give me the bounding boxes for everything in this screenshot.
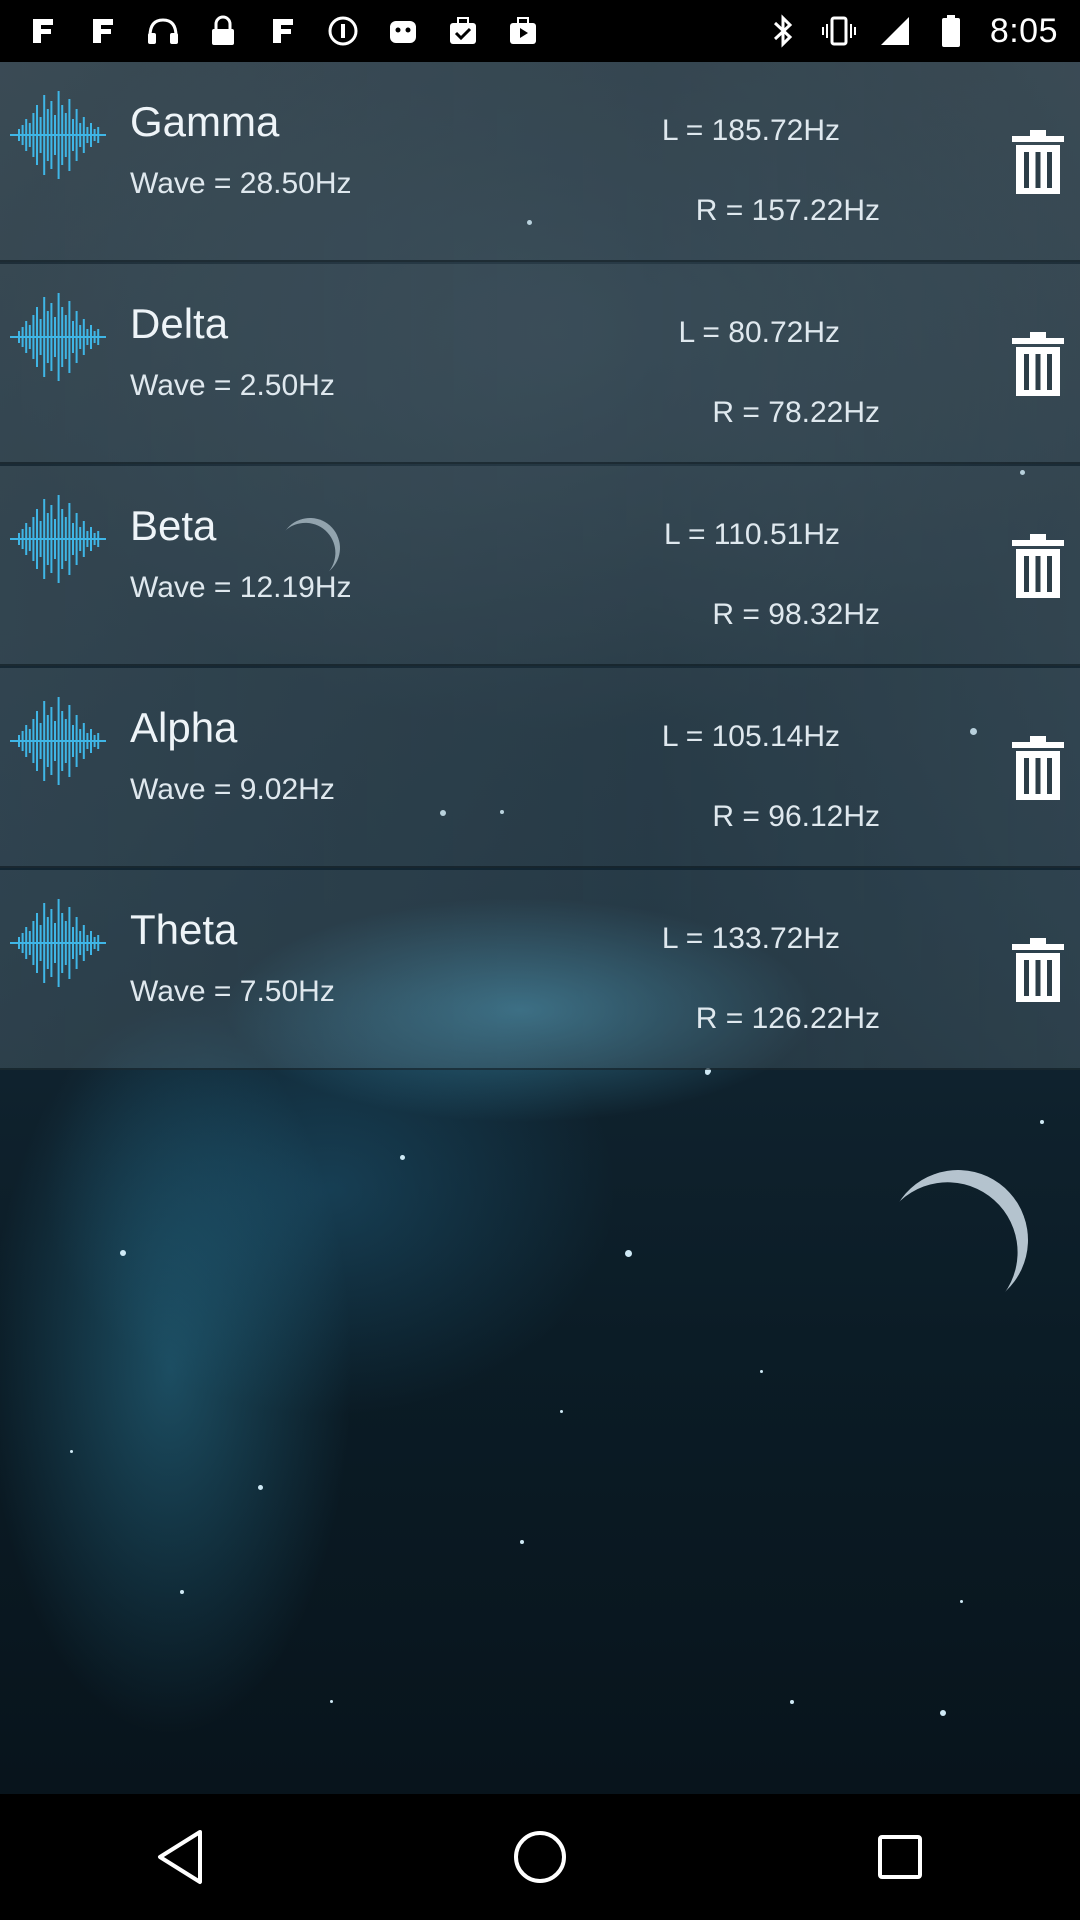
wave-name: Gamma [130, 98, 280, 145]
play-bag-icon [506, 14, 540, 48]
lock-icon [206, 14, 240, 48]
sound-wave-icon [10, 899, 106, 987]
wave-name: Beta [130, 502, 217, 549]
battery-icon [934, 14, 968, 48]
star [330, 1700, 333, 1703]
app-icon [86, 14, 120, 48]
trash-icon[interactable] [1010, 734, 1066, 802]
home-icon[interactable] [505, 1822, 575, 1892]
star [760, 1370, 763, 1373]
trash-icon[interactable] [1010, 128, 1066, 196]
trash-icon[interactable] [1010, 936, 1066, 1004]
list-item[interactable]: Beta Wave = 12.19Hz L = 110.51Hz R = 98.… [0, 466, 1080, 666]
sound-wave-icon [10, 293, 106, 381]
left-frequency: L = 105.14Hz [661, 720, 840, 753]
app-icon [266, 14, 300, 48]
left-frequency: L = 80.72Hz [678, 316, 841, 349]
wave-list: Gamma Wave = 28.50Hz L = 185.72Hz R = 15… [0, 62, 1080, 1072]
sound-wave-icon [10, 91, 106, 179]
star [560, 1410, 563, 1413]
vibrate-icon [821, 14, 856, 48]
list-item[interactable]: Gamma Wave = 28.50Hz L = 185.72Hz R = 15… [0, 62, 1080, 262]
list-item[interactable]: Delta Wave = 2.50Hz L = 80.72Hz R = 78.2… [0, 264, 1080, 464]
wave-frequency: Wave = 12.19Hz [130, 571, 352, 604]
wave-name: Delta [130, 300, 229, 347]
wave-frequency: Wave = 9.02Hz [130, 773, 335, 806]
star [120, 1250, 126, 1256]
trash-icon[interactable] [1010, 330, 1066, 398]
right-frequency: R = 126.22Hz [695, 1002, 880, 1035]
game-controller-icon [386, 14, 420, 48]
sound-wave-icon [10, 697, 106, 785]
star [258, 1485, 263, 1490]
signal-icon [878, 14, 912, 48]
star [625, 1250, 632, 1257]
star [960, 1600, 963, 1603]
app-icon [26, 14, 60, 48]
star [520, 1540, 524, 1544]
navigation-bar [0, 1794, 1080, 1920]
right-frequency: R = 98.32Hz [712, 598, 880, 631]
status-bar-system: 8:05 [766, 12, 1058, 51]
status-bar: 8:05 [0, 0, 1080, 62]
wave-frequency: Wave = 28.50Hz [130, 167, 352, 200]
star [940, 1710, 946, 1716]
sound-wave-icon [10, 495, 106, 583]
back-icon[interactable] [145, 1822, 215, 1892]
recents-icon[interactable] [865, 1822, 935, 1892]
list-item[interactable]: Theta Wave = 7.50Hz L = 133.72Hz R = 126… [0, 870, 1080, 1070]
star [180, 1590, 184, 1594]
star [400, 1155, 405, 1160]
wave-name: Alpha [130, 704, 238, 751]
left-frequency: L = 185.72Hz [661, 114, 840, 147]
wave-frequency: Wave = 7.50Hz [130, 975, 335, 1008]
wave-name: Theta [130, 906, 238, 953]
headphones-icon [146, 14, 180, 48]
star [70, 1450, 73, 1453]
right-frequency: R = 157.22Hz [695, 194, 880, 227]
moon [868, 1150, 1047, 1329]
clock: 8:05 [989, 11, 1058, 50]
trash-icon[interactable] [1010, 532, 1066, 600]
info-icon [326, 14, 360, 48]
wave-frequency: Wave = 2.50Hz [130, 369, 335, 402]
star [1040, 1120, 1044, 1124]
right-frequency: R = 96.12Hz [712, 800, 880, 833]
checkbox-bag-icon [446, 14, 480, 48]
star [790, 1700, 794, 1704]
right-frequency: R = 78.22Hz [712, 396, 880, 429]
status-bar-notifications [26, 14, 540, 48]
list-item[interactable]: Alpha Wave = 9.02Hz L = 105.14Hz R = 96.… [0, 668, 1080, 868]
left-frequency: L = 110.51Hz [664, 518, 840, 551]
left-frequency: L = 133.72Hz [661, 922, 840, 955]
bluetooth-icon [766, 14, 800, 48]
